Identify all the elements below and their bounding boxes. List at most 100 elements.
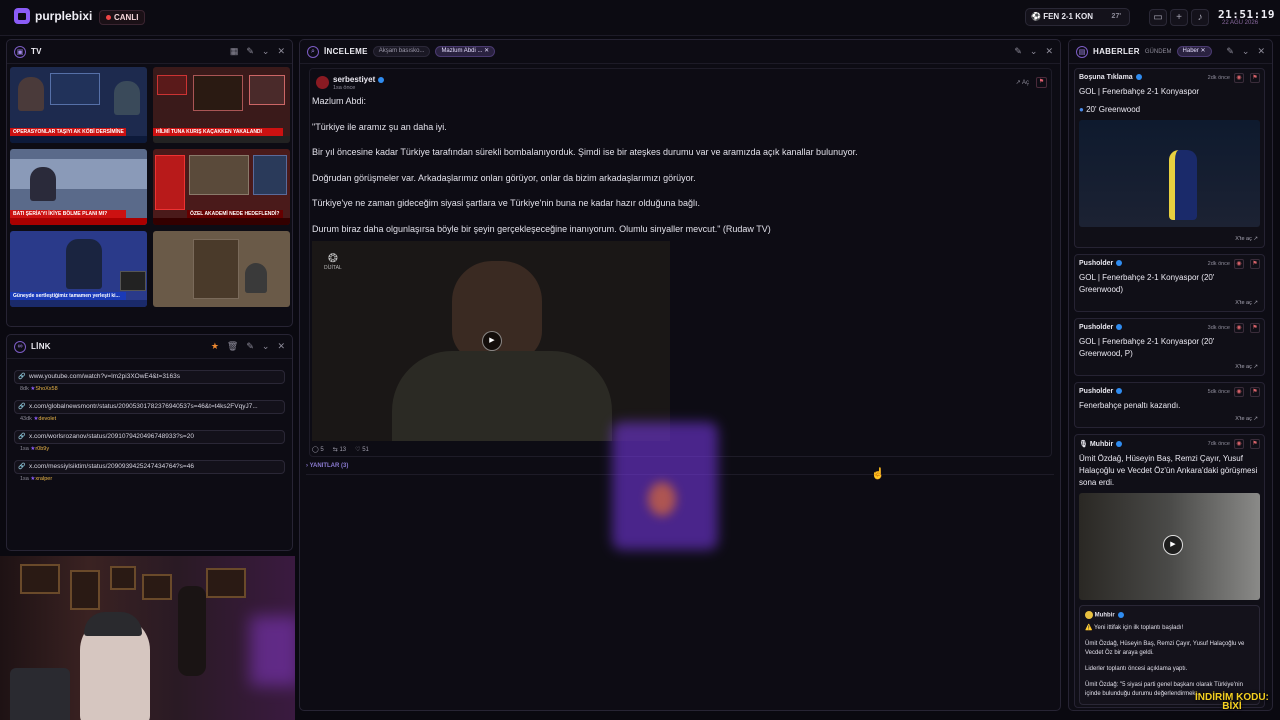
heart-icon: ♡ xyxy=(355,447,361,453)
link-user[interactable]: ShoXx58 xyxy=(35,386,57,392)
tab-label: Mazlum Abdi ... xyxy=(441,48,483,54)
news-source: Pusholder xyxy=(1079,260,1260,267)
close-icon[interactable]: ✕ xyxy=(1045,46,1053,57)
news-time: 5dk önce xyxy=(1207,389,1230,395)
news-video[interactable]: ▶ xyxy=(1079,493,1260,600)
tv-ticker: ÖZEL AKADEMİ NEDE HEDEFLENDİ? xyxy=(187,210,283,218)
edit-icon[interactable]: ✎ xyxy=(1014,46,1022,57)
tv-channel-1[interactable]: OPERASYONLAR TAŞIYI AK KÖBİ DERSİMİNE xyxy=(10,67,147,143)
bookmark-button[interactable]: ⚑ xyxy=(1036,77,1047,88)
news-item[interactable]: Pusholder 2dk önce ◉ ⚑ GOL | Fenerbahçe … xyxy=(1074,254,1265,312)
news-item[interactable]: Pusholder 5dk önce ◉ ⚑ Fenerbahçe penalt… xyxy=(1074,382,1265,428)
notify-button[interactable]: ◉ xyxy=(1234,259,1244,269)
link-url[interactable]: x.com/worlsrozanov/status/20910794204967… xyxy=(14,430,285,444)
chevron-down-icon[interactable]: ⌄ xyxy=(262,341,270,352)
play-button[interactable]: ▶ xyxy=(482,331,502,351)
tv-channel-5[interactable]: Güneyde sertleştiğimiz tamamen yerleşti … xyxy=(10,231,147,307)
bookmark-button[interactable]: ⚑ xyxy=(1250,387,1260,397)
tv-graphic xyxy=(253,155,287,195)
open-in-x-link[interactable]: X'te aç ↗ xyxy=(1235,300,1258,306)
match-score[interactable]: ⚽ FEN 2-1 KON 27' xyxy=(1025,8,1130,26)
quote-line: ⚠️ Yeni ittifak için ilk toplantı başlad… xyxy=(1085,624,1184,631)
bookmark-icon: ⚑ xyxy=(1252,325,1258,331)
chevron-down-icon[interactable]: ⌄ xyxy=(1242,46,1250,57)
open-in-x-link[interactable]: X'te aç ↗ xyxy=(1235,416,1258,422)
replies-toggle[interactable]: › YANITLAR (3) xyxy=(306,463,348,469)
retweet-count[interactable]: ⇆ 13 xyxy=(333,446,346,453)
open-post-link[interactable]: ↗ Aç xyxy=(1016,79,1029,86)
tv-ticker: OPERASYONLAR TAŞIYI AK KÖBİ DERSİMİNE xyxy=(10,128,127,136)
star-icon[interactable]: ★ xyxy=(211,341,219,352)
post-author[interactable]: serbestiyet xyxy=(333,75,385,84)
news-item[interactable]: 🎙 Muhbir 7dk önce ◉ ⚑ Ümit Özdağ, Hüseyi… xyxy=(1074,434,1265,708)
close-tab-icon[interactable]: ✕ xyxy=(1201,48,1206,54)
tv-channel-6[interactable] xyxy=(153,231,290,307)
open-in-x-label: X'te aç xyxy=(1235,416,1252,422)
verified-icon xyxy=(1135,74,1142,81)
news-time: 2dk önce xyxy=(1207,75,1230,81)
tab-gundem[interactable]: GÜNDEM xyxy=(1145,49,1172,55)
tab-haber[interactable]: Haber ✕ xyxy=(1176,46,1212,57)
close-icon[interactable]: ✕ xyxy=(1257,46,1265,57)
volume-button[interactable]: ♪ xyxy=(1191,9,1209,26)
notify-button[interactable]: ◉ xyxy=(1234,323,1244,333)
bookmark-button[interactable]: ⚑ xyxy=(1250,439,1260,449)
notify-button[interactable]: ◉ xyxy=(1234,439,1244,449)
tab-aksam[interactable]: Akşam basısko... xyxy=(372,46,431,57)
close-icon[interactable]: ✕ xyxy=(277,341,285,352)
bookmark-button[interactable]: ⚑ xyxy=(1250,259,1260,269)
bookmark-icon: ⚑ xyxy=(1252,389,1258,395)
source-name: Pusholder xyxy=(1079,388,1114,395)
like-count[interactable]: ♡ 51 xyxy=(355,446,369,453)
brand-icon xyxy=(14,8,30,24)
link-url[interactable]: www.youtube.com/watch?v=lm2pi3XOwE4&t=31… xyxy=(14,370,285,384)
close-icon[interactable]: ✕ xyxy=(277,46,285,57)
brand-logo[interactable]: purplebixi xyxy=(14,8,92,24)
chevron-down-icon[interactable]: ⌄ xyxy=(262,46,270,57)
tv-ticker: BATI ŞERİA'YI İKİYE BÖLME PLANI MI? xyxy=(10,210,127,218)
link-url[interactable]: x.com/messiylsiktim/status/2090939425247… xyxy=(14,460,285,474)
link-url[interactable]: x.com/globalnewsmontr/status/20905301782… xyxy=(14,400,285,414)
news-item[interactable]: Boşuna Tıklama 2dk önce ◉ ⚑ GOL | Fenerb… xyxy=(1074,68,1265,248)
tv-channel-3[interactable]: BATI ŞERİA'YI İKİYE BÖLME PLANI MI? xyxy=(10,149,147,225)
play-button[interactable]: ▶ xyxy=(1163,535,1183,555)
reply-count[interactable]: ◯ 5 xyxy=(312,446,324,453)
post-video[interactable]: ❂ DİJİTAL ▶ xyxy=(312,241,670,441)
link-user[interactable]: r0b9y xyxy=(35,446,49,452)
quote-line: Liderler toplantı öncesi açıklama yaptı. xyxy=(1085,665,1188,672)
edit-icon[interactable]: ✎ xyxy=(246,341,254,352)
tv-graphic xyxy=(157,75,187,95)
notify-button[interactable]: ◉ xyxy=(1234,73,1244,83)
edit-icon[interactable]: ✎ xyxy=(1226,46,1234,57)
tab-mazlum-abdi[interactable]: Mazlum Abdi ... ✕ xyxy=(435,46,496,57)
news-item[interactable]: Pusholder 3dk önce ◉ ⚑ GOL | Fenerbahçe … xyxy=(1074,318,1265,376)
inceleme-panel-title: İNCELEME xyxy=(324,47,368,56)
news-image[interactable] xyxy=(1079,120,1260,227)
close-tab-icon[interactable]: ✕ xyxy=(484,48,489,54)
notify-button[interactable]: ◉ xyxy=(1234,387,1244,397)
wall-figure xyxy=(178,586,206,676)
chevron-down-icon[interactable]: ⌄ xyxy=(1030,46,1038,57)
add-button[interactable]: + xyxy=(1170,9,1188,26)
link-user[interactable]: xralper xyxy=(35,476,52,482)
trash-icon[interactable]: 🗑 xyxy=(227,341,238,352)
grid-icon[interactable]: ▦ xyxy=(230,46,239,57)
tv-person xyxy=(30,167,56,201)
bookmark-icon: ⚑ xyxy=(1038,79,1045,85)
wall-frame xyxy=(142,574,172,600)
bookmark-button[interactable]: ⚑ xyxy=(1250,73,1260,83)
tv-channel-4[interactable]: ÖZEL AKADEMİ NEDE HEDEFLENDİ? xyxy=(153,149,290,225)
open-in-x-link[interactable]: X'te aç ↗ xyxy=(1235,364,1258,370)
link-meta: 8dk ★ShoXx58 xyxy=(20,386,292,392)
brand-watermark-core xyxy=(648,482,676,516)
link-user[interactable]: devolet xyxy=(38,416,56,422)
bookmark-icon: ⚑ xyxy=(1252,75,1258,81)
subtext-value: 20' Greenwood xyxy=(1086,105,1141,114)
edit-icon[interactable]: ✎ xyxy=(246,46,254,57)
mouse-cursor-icon: ☝ xyxy=(871,468,885,480)
layout-button[interactable]: ▭ xyxy=(1149,9,1167,26)
open-in-x-link[interactable]: X'te aç ↗ xyxy=(1235,236,1258,242)
quoted-post[interactable]: Muhbir ⚠️ Yeni ittifak için ilk toplantı… xyxy=(1079,605,1260,705)
tv-channel-2[interactable]: HİLMİ TUNA KURIŞ KAÇAKKEN YAKALANDI xyxy=(153,67,290,143)
bookmark-button[interactable]: ⚑ xyxy=(1250,323,1260,333)
